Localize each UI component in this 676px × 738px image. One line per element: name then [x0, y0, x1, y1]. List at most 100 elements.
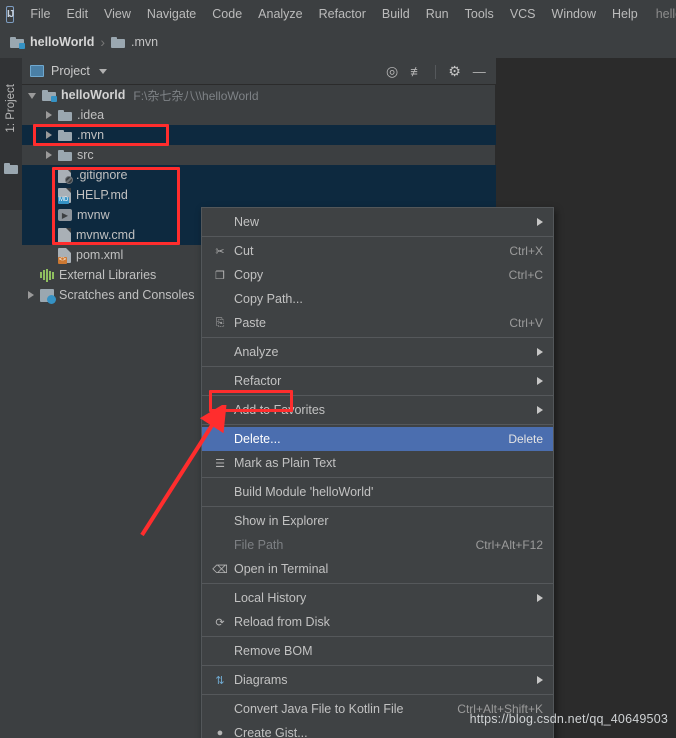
markdown-file-icon: MD — [58, 187, 71, 204]
chevron-right-icon — [537, 594, 543, 602]
chevron-right-icon[interactable] — [46, 151, 52, 159]
plain-text-icon: ☰ — [215, 457, 225, 470]
tree-node-label: External Libraries — [59, 268, 157, 282]
menu-navigate[interactable]: Navigate — [139, 4, 204, 24]
watermark-url: https://blog.csdn.net/qq_40649503 — [469, 712, 668, 726]
menu-code[interactable]: Code — [204, 4, 250, 24]
breadcrumb: helloWorld › .mvn — [0, 28, 676, 56]
tree-node-label: src — [77, 148, 94, 162]
menu-view[interactable]: View — [96, 4, 139, 24]
menu-window[interactable]: Window — [544, 4, 604, 24]
project-view-icon — [30, 65, 44, 77]
gitignore-file-icon — [58, 167, 73, 184]
module-folder-icon — [10, 36, 25, 49]
sidebar-item-project-label: 1: Project — [5, 83, 17, 133]
breadcrumb-project-label: helloWorld — [30, 35, 95, 49]
tree-node-label: helloWorld — [61, 88, 126, 102]
settings-gear-icon[interactable]: ⚙ — [448, 63, 461, 80]
context-menu-item-cut[interactable]: ✂ Cut Ctrl+X — [202, 239, 553, 263]
menu-separator — [202, 337, 553, 338]
context-menu-item-new[interactable]: New — [202, 210, 553, 234]
project-panel-title: Project — [51, 64, 90, 78]
tree-node-helloworld[interactable]: helloWorld F:\杂七杂八\\helloWorld — [22, 85, 496, 105]
context-menu-item-label: Copy — [234, 268, 264, 282]
chevron-right-icon — [537, 676, 543, 684]
chevron-right-icon[interactable] — [46, 111, 52, 119]
module-folder-icon — [42, 89, 57, 102]
tree-node-gitignore[interactable]: .gitignore — [22, 165, 496, 185]
context-menu-item-analyze[interactable]: Analyze — [202, 340, 553, 364]
project-panel-toolbar: ◎ ≢ ⚙ — — [380, 58, 496, 85]
libraries-icon — [40, 268, 54, 282]
menu-analyze[interactable]: Analyze — [250, 4, 310, 24]
context-menu[interactable]: New ✂ Cut Ctrl+X ❐ Copy Ctrl+C Copy Path... ⎘ Pas… — [201, 207, 554, 738]
menu-file[interactable]: File — [22, 4, 58, 24]
folder-icon — [58, 149, 72, 161]
chevron-right-icon — [537, 348, 543, 356]
diagrams-icon: ⇅ — [215, 674, 225, 687]
tree-node-idea[interactable]: .idea — [22, 105, 496, 125]
menu-edit[interactable]: Edit — [59, 4, 97, 24]
context-menu-item-local-history[interactable]: Local History — [202, 586, 553, 610]
menu-separator — [202, 636, 553, 637]
breadcrumb-project[interactable]: helloWorld — [10, 35, 94, 49]
locate-icon[interactable]: ◎ — [386, 63, 398, 80]
tree-node-label: .mvn — [77, 128, 105, 142]
chevron-right-icon[interactable] — [46, 131, 52, 139]
chevron-right-icon[interactable] — [28, 291, 34, 299]
main-menu-bar: IJ File Edit View Navigate Code Analyze Refact… — [0, 0, 676, 28]
folder-icon[interactable] — [4, 162, 18, 174]
menu-tools[interactable]: Tools — [457, 4, 502, 24]
context-menu-item-label: Convert Java File to Kotlin File — [234, 702, 404, 716]
context-menu-item-label: Add to Favorites — [234, 403, 326, 417]
context-menu-item-label: Diagrams — [234, 673, 288, 687]
context-menu-item-remove-bom[interactable]: Remove BOM — [202, 639, 553, 663]
context-menu-item-refactor[interactable]: Refactor — [202, 369, 553, 393]
context-menu-item-copy-path[interactable]: Copy Path... — [202, 287, 553, 311]
menu-help[interactable]: Help — [604, 4, 646, 24]
tree-node-label: .idea — [77, 108, 105, 122]
menu-vcs[interactable]: VCS — [502, 4, 544, 24]
context-menu-item-label: File Path — [234, 538, 284, 552]
menu-separator — [202, 506, 553, 507]
context-menu-item-label: Reload from Disk — [234, 615, 330, 629]
sidebar-item-project[interactable]: 1: Project — [0, 62, 22, 154]
collapse-all-icon[interactable]: ≢ — [410, 64, 423, 79]
context-menu-item-label: Copy Path... — [234, 292, 303, 306]
context-menu-item-label: Create Gist... — [234, 726, 308, 738]
folder-icon — [58, 129, 72, 141]
tree-node-label: Scratches and Consoles — [59, 288, 195, 302]
context-menu-item-mark-as-plain-text[interactable]: ☰ Mark as Plain Text — [202, 451, 553, 475]
toolbar-divider — [435, 64, 437, 79]
github-icon: ● — [216, 727, 224, 738]
menu-run[interactable]: Run — [418, 4, 457, 24]
context-menu-item-add-to-favorites[interactable]: Add to Favorites — [202, 398, 553, 422]
context-menu-item-show-in-explorer[interactable]: Show in Explorer — [202, 509, 553, 533]
clipboard-icon: ⎘ — [215, 316, 225, 329]
folder-icon — [111, 36, 126, 48]
context-menu-item-label: Open in Terminal — [234, 562, 329, 576]
context-menu-item-delete[interactable]: Delete... Delete — [202, 427, 553, 451]
menu-refactor[interactable]: Refactor — [311, 4, 374, 24]
context-menu-item-open-in-terminal[interactable]: ⌫ Open in Terminal — [202, 557, 553, 581]
tree-node-src[interactable]: src — [22, 145, 496, 165]
context-menu-item-build-module-helloworld[interactable]: Build Module 'helloWorld' — [202, 480, 553, 504]
breadcrumb-current[interactable]: .mvn — [111, 35, 158, 49]
context-menu-item-shortcut: Ctrl+X — [509, 244, 543, 258]
folder-icon — [58, 109, 72, 121]
menu-separator — [202, 366, 553, 367]
context-menu-item-copy[interactable]: ❐ Copy Ctrl+C — [202, 263, 553, 287]
chevron-down-icon[interactable] — [98, 68, 107, 74]
chevron-down-icon[interactable] — [28, 93, 36, 99]
context-menu-item-label: Cut — [234, 244, 254, 258]
menu-separator — [202, 583, 553, 584]
shell-script-icon: ▶ — [58, 209, 72, 221]
context-menu-item-label: Show in Explorer — [234, 514, 329, 528]
context-menu-item-diagrams[interactable]: ⇅ Diagrams — [202, 668, 553, 692]
context-menu-item-paste[interactable]: ⎘ Paste Ctrl+V — [202, 311, 553, 335]
hide-icon[interactable]: — — [473, 64, 486, 79]
tree-node-help-md[interactable]: MD HELP.md — [22, 185, 496, 205]
context-menu-item-reload-from-disk[interactable]: ⟳ Reload from Disk — [202, 610, 553, 634]
menu-build[interactable]: Build — [374, 4, 418, 24]
tree-node-mvn[interactable]: .mvn — [22, 125, 496, 145]
